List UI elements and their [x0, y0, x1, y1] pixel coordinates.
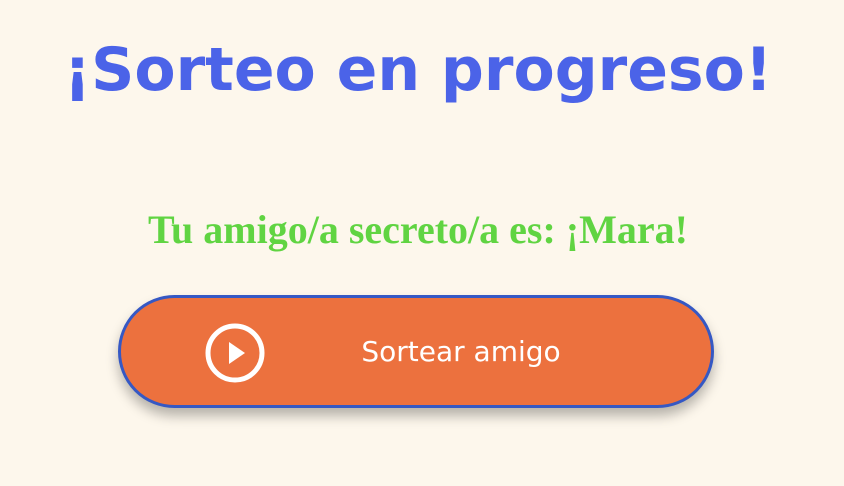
draw-friend-button[interactable]: Sortear amigo	[118, 295, 714, 408]
page-title: ¡Sorteo en progreso!	[63, 35, 773, 105]
play-circle-icon	[205, 323, 265, 383]
draw-friend-button-label: Sortear amigo	[361, 335, 561, 368]
secret-friend-result: Tu amigo/a secreto/a es: ¡Mara!	[148, 207, 688, 252]
